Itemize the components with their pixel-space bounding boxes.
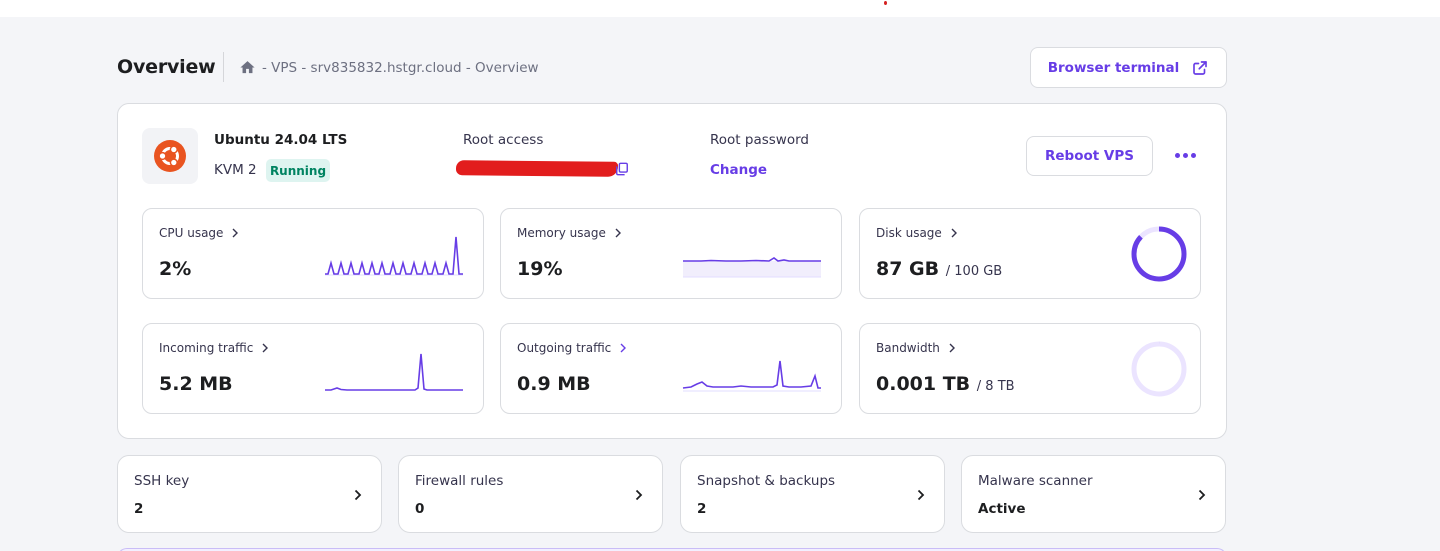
disk-usage-ring — [1131, 226, 1187, 282]
bandwidth-card[interactable]: Bandwidth 0.001 TB / 8 TB — [859, 323, 1201, 414]
memory-usage-label: Memory usage — [517, 226, 606, 240]
ssh-key-card[interactable]: SSH key 2 — [117, 455, 382, 533]
chevron-right-icon — [917, 489, 925, 501]
browser-terminal-label: Browser terminal — [1047, 59, 1180, 76]
ssh-key-title: SSH key — [134, 473, 190, 489]
home-icon[interactable] — [239, 59, 256, 76]
bandwidth-total: / 8 TB — [976, 379, 1015, 394]
bandwidth-ring — [1131, 341, 1187, 397]
incoming-traffic-card[interactable]: Incoming traffic 5.2 MB — [142, 323, 484, 414]
bandwidth-label: Bandwidth — [876, 341, 940, 355]
root-password-label: Root password — [710, 132, 809, 148]
breadcrumb: - VPS - srv835832.hstgr.cloud - Overview — [239, 59, 539, 76]
outgoing-traffic-sparkline — [682, 360, 821, 392]
incoming-traffic-value: 5.2 MB — [159, 373, 233, 395]
change-password-link[interactable]: Change — [710, 162, 767, 178]
memory-usage-value: 19% — [517, 258, 563, 280]
title-divider — [223, 52, 224, 82]
incoming-traffic-sparkline — [325, 353, 463, 391]
cpu-sparkline — [325, 236, 463, 276]
reboot-vps-button[interactable]: Reboot VPS — [1026, 136, 1153, 176]
ssh-key-value: 2 — [134, 501, 144, 517]
incoming-traffic-label: Incoming traffic — [159, 341, 254, 355]
page-title: Overview — [117, 56, 216, 78]
disk-usage-value: 87 GB — [876, 258, 940, 280]
chevron-right-icon — [1198, 489, 1206, 501]
bandwidth-value: 0.001 TB — [876, 373, 971, 395]
malware-scanner-value: Active — [978, 501, 1026, 517]
malware-scanner-title: Malware scanner — [978, 473, 1093, 489]
cpu-usage-label: CPU usage — [159, 226, 224, 240]
firewall-rules-title: Firewall rules — [415, 473, 504, 489]
top-bar — [0, 0, 1440, 17]
copy-icon[interactable] — [615, 162, 629, 176]
chevron-right-icon — [635, 489, 643, 501]
memory-usage-card[interactable]: Memory usage 19% — [500, 208, 842, 299]
external-link-icon — [1193, 60, 1208, 75]
snapshot-backups-value: 2 — [697, 501, 707, 517]
ubuntu-logo-icon — [154, 140, 186, 172]
cpu-usage-value: 2% — [159, 258, 192, 280]
status-badge: Running — [266, 159, 330, 182]
snapshot-backups-title: Snapshot & backups — [697, 473, 836, 489]
outgoing-traffic-label: Outgoing traffic — [517, 341, 612, 355]
chevron-right-icon — [949, 343, 955, 353]
snapshot-backups-card[interactable]: Snapshot & backups 2 — [680, 455, 945, 533]
disk-usage-card[interactable]: Disk usage 87 GB / 100 GB — [859, 208, 1201, 299]
chevron-right-icon — [262, 343, 269, 353]
chevron-right-icon — [354, 489, 362, 501]
malware-scanner-card[interactable]: Malware scanner Active — [961, 455, 1226, 533]
firewall-rules-card[interactable]: Firewall rules 0 — [398, 455, 663, 533]
os-name: Ubuntu 24.04 LTS — [214, 132, 348, 148]
plan-name: KVM 2 — [214, 162, 257, 178]
more-dots-icon[interactable] — [1170, 145, 1200, 165]
chevron-right-icon — [232, 228, 239, 238]
breadcrumb-text: - VPS - srv835832.hstgr.cloud - Overview — [262, 59, 539, 76]
disk-total: / 100 GB — [945, 264, 1003, 279]
chevron-right-icon — [951, 228, 957, 238]
chevron-right-icon — [620, 343, 627, 353]
firewall-rules-value: 0 — [415, 501, 425, 517]
outgoing-traffic-value: 0.9 MB — [517, 373, 591, 395]
root-access-label: Root access — [463, 132, 544, 148]
os-logo — [142, 128, 198, 184]
cpu-usage-card[interactable]: CPU usage 2% — [142, 208, 484, 299]
outgoing-traffic-card[interactable]: Outgoing traffic 0.9 MB — [500, 323, 842, 414]
browser-terminal-button[interactable]: Browser terminal — [1030, 47, 1227, 88]
disk-usage-label: Disk usage — [876, 226, 942, 240]
loading-dot — [884, 1, 887, 5]
memory-sparkline — [683, 257, 821, 278]
redacted-root-access — [455, 160, 619, 177]
chevron-right-icon — [615, 228, 621, 238]
